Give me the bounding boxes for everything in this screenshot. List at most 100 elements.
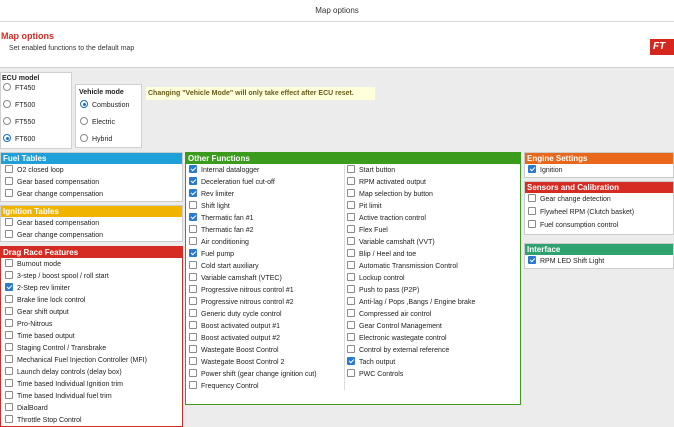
checkbox-unchecked-icon[interactable] — [189, 321, 197, 330]
checkbox-map-selection-by-button[interactable]: Map selection by button — [347, 189, 433, 200]
checkbox-thermatic-fan-1[interactable]: Thermatic fan #1 — [189, 213, 254, 224]
radio-vehicle_mode-combustion[interactable]: Combustion — [80, 100, 129, 111]
radio-button-icon[interactable] — [80, 117, 88, 126]
radio-ecu-ft500[interactable]: FT500 — [3, 100, 35, 111]
checkbox-gear-change-compensation[interactable]: Gear change compensation — [5, 189, 103, 200]
radio-vehicle_mode-electric[interactable]: Electric — [80, 117, 115, 128]
radio-ecu-ft550[interactable]: FT550 — [3, 117, 35, 128]
checkbox-internal-datalogger[interactable]: Internal datalogger — [189, 165, 259, 176]
checkbox-dialboard[interactable]: DialBoard — [5, 403, 48, 414]
checkbox-unchecked-icon[interactable] — [347, 225, 355, 234]
checkbox-pit-limit[interactable]: Pit limit — [347, 201, 382, 212]
checkbox-mechanical-fuel-injection-controller-mfi[interactable]: Mechanical Fuel Injection Controller (MF… — [5, 355, 147, 366]
checkbox-progressive-nitrous-control-1[interactable]: Progressive nitrous control #1 — [189, 285, 294, 296]
checkbox-unchecked-icon[interactable] — [5, 331, 13, 340]
checkbox-electronic-wastegate-control[interactable]: Electronic wastegate control — [347, 333, 447, 344]
checkbox-blip-heel-and-toe[interactable]: Blip / Heel and toe — [347, 249, 416, 260]
checkbox-rpm-activated-output[interactable]: RPM activated output — [347, 177, 426, 188]
checkbox-time-based-output[interactable]: Time based output — [5, 331, 75, 342]
checkbox-unchecked-icon[interactable] — [189, 225, 197, 234]
checkbox-unchecked-icon[interactable] — [347, 165, 355, 174]
checkbox-flex-fuel[interactable]: Flex Fuel — [347, 225, 388, 236]
checkbox-unchecked-icon[interactable] — [189, 297, 197, 306]
checkbox-cold-start-auxiliary[interactable]: Cold start auxiliary — [189, 261, 259, 272]
checkbox-unchecked-icon[interactable] — [347, 261, 355, 270]
radio-button-icon[interactable] — [3, 100, 11, 109]
checkbox-unchecked-icon[interactable] — [5, 415, 13, 424]
checkbox-unchecked-icon[interactable] — [528, 207, 536, 216]
checkbox-unchecked-icon[interactable] — [189, 201, 197, 210]
checkbox-pwc-controls[interactable]: PWC Controls — [347, 369, 403, 380]
checkbox-unchecked-icon[interactable] — [5, 367, 13, 376]
checkbox-unchecked-icon[interactable] — [5, 295, 13, 304]
checkbox-fuel-pump[interactable]: Fuel pump — [189, 249, 234, 260]
checkbox-unchecked-icon[interactable] — [347, 201, 355, 210]
checkbox-checked-icon[interactable] — [528, 165, 536, 174]
checkbox-ignition[interactable]: Ignition — [528, 165, 563, 176]
checkbox-checked-icon[interactable] — [5, 283, 13, 292]
radio-button-icon[interactable] — [80, 134, 88, 143]
checkbox-unchecked-icon[interactable] — [189, 345, 197, 354]
checkbox-control-by-external-reference[interactable]: Control by external reference — [347, 345, 449, 356]
checkbox-burnout-mode[interactable]: Burnout mode — [5, 259, 61, 270]
checkbox-checked-icon[interactable] — [189, 165, 197, 174]
checkbox-unchecked-icon[interactable] — [528, 220, 536, 229]
checkbox-start-button[interactable]: Start button — [347, 165, 395, 176]
checkbox-gear-based-compensation[interactable]: Gear based compensation — [5, 218, 99, 229]
checkbox-unchecked-icon[interactable] — [347, 273, 355, 282]
checkbox-unchecked-icon[interactable] — [5, 189, 13, 198]
checkbox-unchecked-icon[interactable] — [347, 177, 355, 186]
checkbox-unchecked-icon[interactable] — [347, 345, 355, 354]
checkbox-unchecked-icon[interactable] — [189, 333, 197, 342]
checkbox-unchecked-icon[interactable] — [5, 319, 13, 328]
checkbox-unchecked-icon[interactable] — [5, 403, 13, 412]
checkbox-generic-duty-cycle-control[interactable]: Generic duty cycle control — [189, 309, 282, 320]
checkbox-unchecked-icon[interactable] — [189, 369, 197, 378]
checkbox-shift-light[interactable]: Shift light — [189, 201, 230, 212]
checkbox-gear-based-compensation[interactable]: Gear based compensation — [5, 177, 99, 188]
checkbox-unchecked-icon[interactable] — [5, 391, 13, 400]
checkbox-variable-camshaft-vvt[interactable]: Variable camshaft (VVT) — [347, 237, 435, 248]
checkbox-unchecked-icon[interactable] — [189, 357, 197, 366]
checkbox-unchecked-icon[interactable] — [347, 237, 355, 246]
checkbox-rev-limiter[interactable]: Rev limiter — [189, 189, 234, 200]
checkbox-power-shift-gear-change-ignition-cut[interactable]: Power shift (gear change ignition cut) — [189, 369, 317, 380]
checkbox-time-based-individual-ignition-trim[interactable]: Time based Individual Ignition trim — [5, 379, 123, 390]
checkbox-wastegate-boost-control-2[interactable]: Wastegate Boost Control 2 — [189, 357, 284, 368]
checkbox-unchecked-icon[interactable] — [347, 321, 355, 330]
checkbox-checked-icon[interactable] — [189, 177, 197, 186]
checkbox-2-step-rev-limiter[interactable]: 2-Step rev limiter — [5, 283, 70, 294]
checkbox-unchecked-icon[interactable] — [5, 307, 13, 316]
checkbox-wastegate-boost-control[interactable]: Wastegate Boost Control — [189, 345, 279, 356]
radio-button-icon[interactable] — [80, 100, 88, 109]
checkbox-time-based-individual-fuel-trim[interactable]: Time based Individual fuel trim — [5, 391, 112, 402]
radio-button-icon[interactable] — [3, 83, 11, 92]
checkbox-unchecked-icon[interactable] — [5, 355, 13, 364]
checkbox-launch-delay-controls-delay-box[interactable]: Launch delay controls (delay box) — [5, 367, 122, 378]
checkbox-compressed-air-control[interactable]: Compressed air control — [347, 309, 431, 320]
checkbox-unchecked-icon[interactable] — [189, 237, 197, 246]
checkbox-unchecked-icon[interactable] — [189, 309, 197, 318]
checkbox-unchecked-icon[interactable] — [5, 271, 13, 280]
checkbox-unchecked-icon[interactable] — [5, 165, 13, 174]
checkbox-unchecked-icon[interactable] — [347, 309, 355, 318]
checkbox-unchecked-icon[interactable] — [5, 379, 13, 388]
checkbox-staging-control-transbrake[interactable]: Staging Control / Transbrake — [5, 343, 106, 354]
checkbox-checked-icon[interactable] — [528, 256, 536, 265]
checkbox-brake-line-lock-control[interactable]: Brake line lock control — [5, 295, 85, 306]
checkbox-unchecked-icon[interactable] — [5, 343, 13, 352]
checkbox-gear-change-compensation[interactable]: Gear change compensation — [5, 230, 103, 241]
checkbox-pro-nitrous[interactable]: Pro-Nitrous — [5, 319, 52, 330]
checkbox-tach-output[interactable]: Tach output — [347, 357, 395, 368]
checkbox-active-traction-control[interactable]: Active traction control — [347, 213, 426, 224]
checkbox-unchecked-icon[interactable] — [347, 333, 355, 342]
checkbox-deceleration-fuel-cut-off[interactable]: Deceleration fuel cut-off — [189, 177, 275, 188]
checkbox-thermatic-fan-2[interactable]: Thermatic fan #2 — [189, 225, 254, 236]
checkbox-unchecked-icon[interactable] — [5, 259, 13, 268]
radio-button-icon[interactable] — [3, 134, 11, 143]
checkbox-checked-icon[interactable] — [189, 249, 197, 258]
checkbox-unchecked-icon[interactable] — [5, 218, 13, 227]
checkbox-checked-icon[interactable] — [189, 189, 197, 198]
checkbox-anti-lag-pops-bangs-engine-brake[interactable]: Anti-lag / Pops ,Bangs / Engine brake — [347, 297, 475, 308]
checkbox-checked-icon[interactable] — [347, 357, 355, 366]
